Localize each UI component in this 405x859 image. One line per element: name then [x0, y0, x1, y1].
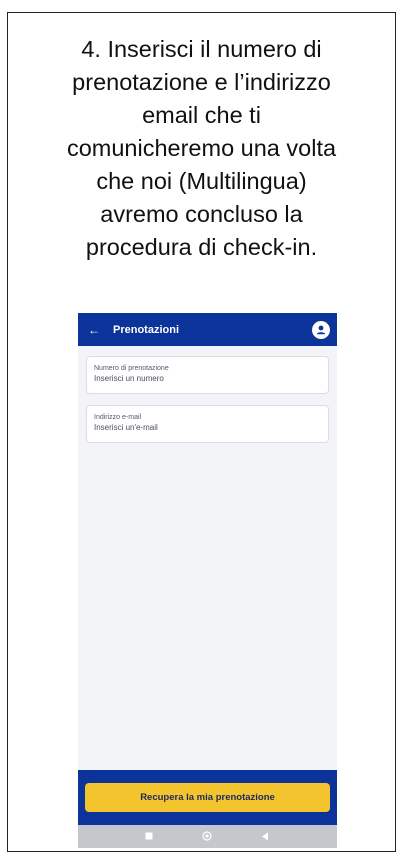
- instruction-line: avremo concluso la: [100, 201, 303, 227]
- instruction-line: prenotazione e l’indirizzo: [72, 69, 331, 95]
- retrieve-booking-button[interactable]: Recupera la mia prenotazione: [85, 783, 330, 812]
- instruction-text: 4. Inserisci il numero di prenotazione e…: [18, 33, 385, 264]
- phone-screenshot: ← Prenotazioni Numero di prenotazione In…: [78, 313, 337, 848]
- instruction-line: 4. Inserisci il numero di: [81, 36, 322, 62]
- booking-number-field[interactable]: Numero di prenotazione: [86, 356, 329, 394]
- instruction-line: procedura di check-in.: [85, 234, 318, 260]
- instruction-line: che noi (Multilingua): [96, 168, 307, 194]
- app-bar: ← Prenotazioni: [78, 313, 337, 346]
- booking-number-label: Numero di prenotazione: [94, 365, 169, 372]
- email-label: Indirizzo e-mail: [94, 414, 142, 421]
- email-input[interactable]: [94, 423, 314, 432]
- back-arrow-icon[interactable]: ←: [83, 323, 105, 337]
- home-icon[interactable]: [200, 829, 214, 843]
- page-title: Prenotazioni: [113, 323, 180, 336]
- recent-apps-icon[interactable]: [142, 829, 156, 843]
- system-navbar: [78, 825, 337, 848]
- instruction-line: comunicheremo una volta: [66, 135, 337, 161]
- user-avatar-icon[interactable]: [312, 320, 330, 339]
- instruction-line: email che ti: [142, 102, 261, 128]
- bottom-action-bar: Recupera la mia prenotazione: [78, 770, 337, 825]
- back-icon[interactable]: [258, 829, 272, 843]
- booking-number-input[interactable]: [94, 374, 314, 383]
- email-field[interactable]: Indirizzo e-mail: [86, 405, 329, 443]
